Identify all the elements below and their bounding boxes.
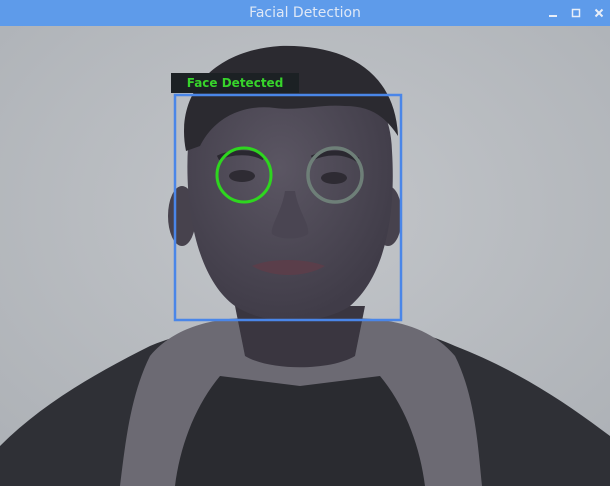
maximize-icon[interactable] xyxy=(569,6,583,20)
camera-frame-image xyxy=(0,26,610,486)
camera-feed xyxy=(0,26,610,486)
window-title: Facial Detection xyxy=(249,5,361,21)
detection-window: Facial Detection Face Detected xyxy=(0,0,610,486)
minimize-icon[interactable] xyxy=(546,6,560,20)
close-icon[interactable] xyxy=(592,6,606,20)
detection-label: Face Detected xyxy=(171,73,299,93)
title-bar[interactable]: Facial Detection xyxy=(0,0,610,26)
